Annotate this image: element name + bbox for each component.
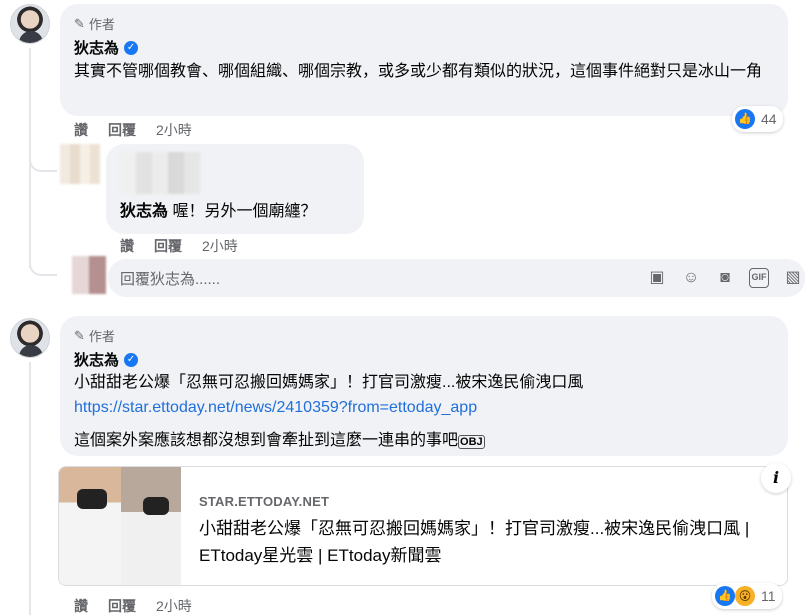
comment-text: 這個案外案應該想都沒想到會牽扯到這麼一連串的事吧 OBJ [74,429,780,454]
timestamp[interactable]: 2小時 [156,596,192,615]
reaction-summary[interactable]: 👍 44 [732,106,783,132]
like-icon: 👍 [715,586,735,606]
reply-text: 狄志為 喔！另外一個廟纏？ [120,200,316,224]
author-badge-label: 作者 [88,17,115,32]
pencil-icon: ✎ [74,15,85,31]
timestamp[interactable]: 2小時 [156,120,192,140]
mention-link[interactable]: 狄志為 [120,203,168,220]
preview-image [121,467,181,585]
comment-text: 其實不管哪個教會、哪個組織、哪個宗教，或多或少都有類似的狀況，這個事件絕對只是冰… [74,63,763,80]
object-tag: OBJ [458,435,485,449]
wow-icon: 😮 [735,586,755,606]
thread-line [29,362,31,615]
comment-author[interactable]: 狄志為 ✓ [74,37,139,58]
sticker2-icon[interactable]: ▧ [783,268,803,288]
pencil-icon: ✎ [74,327,85,343]
article-link[interactable]: https://star.ettoday.net/news/2410359?fr… [74,396,780,420]
reply-body: 喔！另外一個廟纏？ [172,203,317,220]
thread-connector [29,250,57,276]
like-icon: 👍 [735,109,755,129]
current-user-avatar[interactable] [72,256,106,294]
reply-placeholder: 回覆狄志為...... [120,270,221,288]
author-badge-label: 作者 [88,329,115,344]
author-avatar[interactable] [10,4,50,44]
reply-author-name[interactable] [120,152,200,194]
like-button[interactable]: 讚 [74,596,88,615]
author-avatar[interactable] [10,318,50,358]
preview-title[interactable]: 小甜甜老公爆「忍無可忍搬回媽媽家」！打官司激瘦...被宋逸民偷洩口風 | ETt… [199,515,769,569]
comment-author[interactable]: 狄志為 ✓ [74,349,139,370]
preview-image-mask [77,489,107,509]
like-button[interactable]: 讚 [120,236,134,256]
author-name[interactable]: 狄志為 [74,37,119,58]
timestamp[interactable]: 2小時 [202,236,238,256]
input-toolbar: ▣ ☺ ◙ GIF ▧ [647,268,803,288]
reply-button[interactable]: 回覆 [108,596,136,615]
camera-icon[interactable]: ◙ [715,268,735,288]
reaction-count: 44 [761,111,777,127]
reaction-summary[interactable]: 👍 😮 11 [712,583,782,609]
verified-icon: ✓ [124,40,139,55]
reply-actions: 讚 回覆 2小時 [120,236,238,256]
comment-body: 這個案外案應該想都沒想到會牽扯到這麼一連串的事吧 [74,432,459,449]
reply-button[interactable]: 回覆 [154,236,182,256]
author-badge: ✎ 作者 [74,326,115,345]
thread-connector [29,150,57,172]
preview-domain: STAR.ETTODAY.NET [199,494,330,509]
reaction-count: 11 [761,588,776,604]
emoji-icon[interactable]: ☺ [681,268,701,288]
reply-avatar[interactable] [60,144,100,184]
author-badge: ✎ 作者 [74,14,115,33]
comment-actions: 讚 回覆 2小時 [74,120,192,140]
like-button[interactable]: 讚 [74,120,88,140]
preview-image [59,467,121,585]
author-name[interactable]: 狄志為 [74,349,119,370]
sticker-icon[interactable]: ▣ [647,268,667,288]
comment-headline: 小甜甜老公爆「忍無可忍搬回媽媽家」！打官司激瘦...被宋逸民偷洩口風 [74,374,584,391]
verified-icon: ✓ [124,352,139,367]
link-preview[interactable]: STAR.ETTODAY.NET 小甜甜老公爆「忍無可忍搬回媽媽家」！打官司激瘦… [58,466,788,586]
comment-actions: 讚 回覆 2小時 [74,596,192,615]
reply-button[interactable]: 回覆 [108,120,136,140]
gif-icon[interactable]: GIF [749,268,769,288]
info-icon[interactable]: i [761,463,791,493]
preview-image-mask [143,497,169,515]
